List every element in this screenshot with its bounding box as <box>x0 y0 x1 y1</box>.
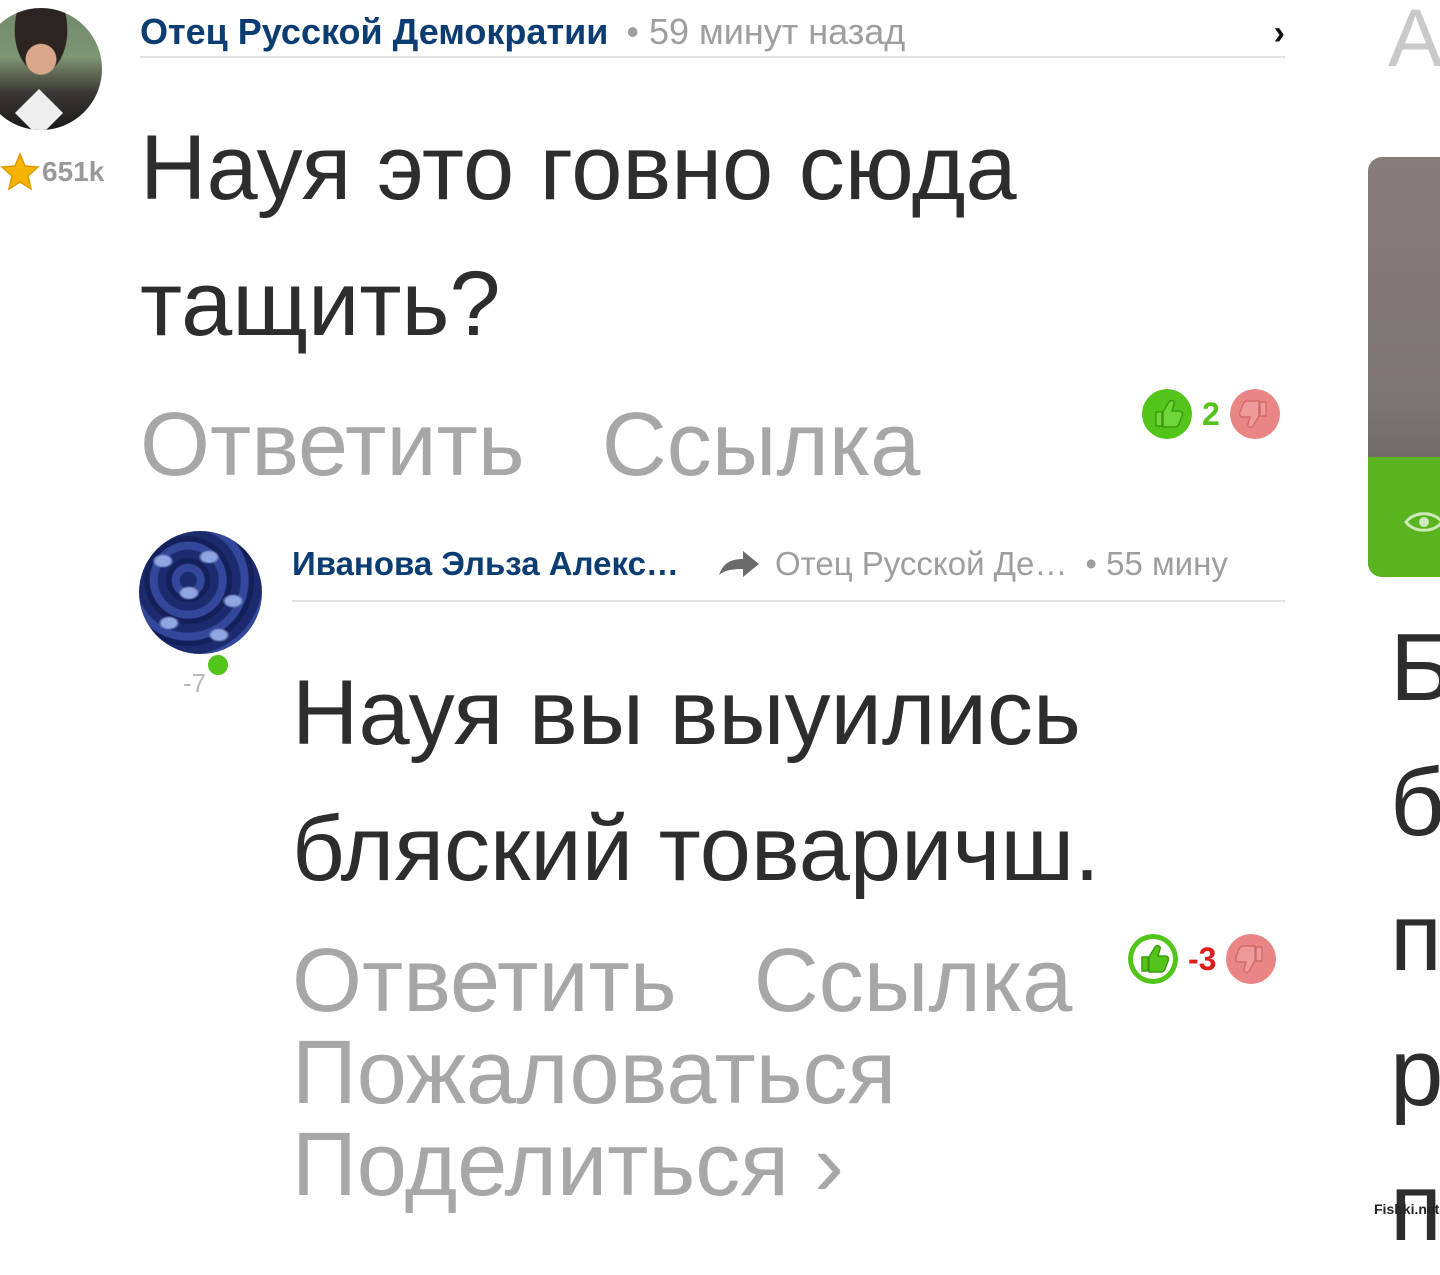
comment-text: Науя вы выуились бляский товаричш. <box>292 645 1292 917</box>
comment-actions: Ответить Ссылка <box>140 390 920 500</box>
chevron-right-icon[interactable]: › <box>1274 14 1285 53</box>
vote-count: 2 <box>1202 395 1220 432</box>
author-avatar[interactable] <box>0 8 102 130</box>
thumbs-up-icon[interactable] <box>1128 934 1178 984</box>
vote-widget: -3 <box>1128 934 1277 984</box>
share-link[interactable]: Поделиться › <box>292 1119 1072 1211</box>
comment-time: • 55 мину <box>1085 545 1228 582</box>
comment-text: Науя это говно сюда тащить? <box>140 100 1290 372</box>
author-name[interactable]: Иванова Эльза Алекс… <box>292 545 679 583</box>
rating-value: 651k <box>42 156 105 187</box>
author-name[interactable]: Отец Русской Демократии <box>140 11 608 53</box>
permalink-link[interactable]: Ссылка <box>602 395 921 495</box>
thumbs-up-icon[interactable] <box>1142 389 1192 439</box>
sidebar-card[interactable] <box>1368 157 1440 577</box>
reply-link[interactable]: Ответить <box>140 395 525 495</box>
reply-arrow-icon <box>718 551 759 577</box>
sidebar-cut-heading: А <box>1388 0 1440 84</box>
report-link[interactable]: Пожаловаться <box>292 1027 1072 1119</box>
comment-text-line: тащить? <box>140 253 501 355</box>
author-rating: 651k <box>0 145 104 199</box>
sidebar-cut-line: б <box>1390 749 1440 856</box>
vote-count: -3 <box>1188 940 1217 977</box>
online-status-dot <box>205 652 231 678</box>
author-rating: -7 <box>183 668 207 698</box>
thumbs-down-icon[interactable] <box>1226 934 1277 984</box>
comment-text-line: Науя вы выуились <box>292 662 1081 764</box>
sidebar-cut-line: Б <box>1390 614 1440 721</box>
permalink-link[interactable]: Ссылка <box>754 931 1073 1031</box>
comment-text-line: Науя это говно сюда <box>140 117 1017 219</box>
comment-header: Иванова Эльза Алекс… Отец Русской Де… • … <box>292 528 1285 602</box>
reply-to-author[interactable]: Отец Русской Де… <box>775 545 1067 583</box>
avatar-collar <box>14 88 64 130</box>
sidebar-cut-line: р <box>1390 1019 1440 1126</box>
comment-actions-row: Ответить Ссылка <box>292 935 1072 1027</box>
star-icon <box>0 152 40 191</box>
eye-icon <box>1404 512 1440 532</box>
comment-text-line: бляский товаричш. <box>292 798 1100 900</box>
watermark: Fishki.net <box>1374 1201 1440 1217</box>
author-avatar[interactable] <box>139 531 262 654</box>
comment-header: Отец Русской Демократии • 59 минут назад… <box>140 8 1285 58</box>
sidebar-cut-text: Б б п р п <box>1390 600 1440 1275</box>
comment-actions: Ответить Ссылка Пожаловаться Поделиться … <box>292 935 1072 1211</box>
thumbs-down-icon[interactable] <box>1229 389 1280 439</box>
comment-time: • 59 минут назад <box>626 11 906 52</box>
vote-widget: 2 <box>1142 389 1280 439</box>
reply-link[interactable]: Ответить <box>292 931 677 1031</box>
sidebar-cut-line: п <box>1390 884 1440 991</box>
